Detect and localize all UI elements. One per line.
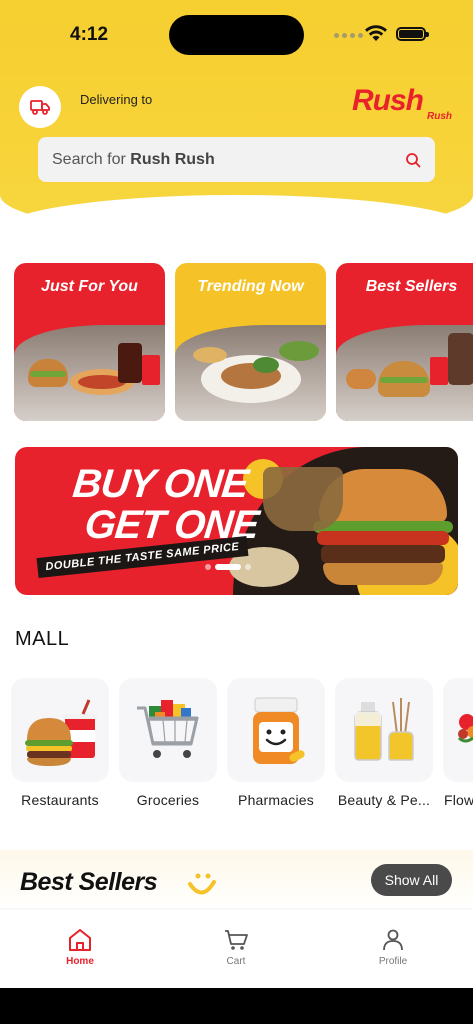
promo-banner[interactable]: BUY ONE GET ONE DOUBLE THE TASTE SAME PR… (15, 447, 458, 595)
mall-item-label: Groceries (136, 792, 200, 808)
battery-icon (396, 27, 429, 41)
carousel-dot[interactable] (205, 564, 211, 570)
smile-icon (188, 873, 216, 895)
home-icon (69, 929, 91, 951)
tab-profile[interactable]: Profile (353, 928, 433, 967)
mall-item-beauty[interactable]: Beauty & Pe... (335, 678, 433, 808)
cellular-signal-icon (334, 33, 363, 38)
shopping-cart-icon (137, 700, 199, 758)
logo-subtext: Rush (427, 111, 452, 122)
mall-item-restaurants[interactable]: Restaurants (11, 678, 109, 808)
logo-text: Rush (352, 84, 424, 117)
mall-tile (335, 678, 433, 782)
mall-tile (443, 678, 473, 782)
search-bar[interactable]: Search for Rush Rush (38, 137, 435, 182)
fries-basket-image (263, 467, 343, 531)
truck-icon (30, 100, 50, 115)
status-bar: 4:12 (0, 0, 473, 70)
food-photo (14, 325, 165, 421)
card-best-sellers[interactable]: Best Sellers (336, 263, 473, 421)
card-title: Trending Now (197, 278, 304, 295)
delivery-truck-button[interactable] (19, 86, 61, 128)
card-just-for-you[interactable]: Just For You (14, 263, 165, 421)
best-sellers-title: Best Sellers (20, 868, 158, 896)
card-title: Best Sellers (365, 278, 458, 295)
tab-label: Profile (378, 956, 408, 967)
status-time: 4:12 (70, 24, 109, 45)
flower-icon (457, 714, 473, 743)
mall-item-label: Pharmacies (238, 792, 314, 808)
dynamic-island (169, 15, 304, 55)
food-photo (336, 325, 473, 421)
tab-label: Cart (226, 956, 246, 967)
carousel-dot[interactable] (245, 564, 251, 570)
tab-home[interactable]: Home (40, 928, 120, 967)
mall-list: Restaurants Groceries Pharmacies Beauty … (11, 678, 473, 808)
mall-item-label: Flow (444, 792, 473, 808)
search-placeholder: Search for Rush Rush (52, 150, 215, 168)
card-trending-now[interactable]: Trending Now (175, 263, 326, 421)
profile-icon (383, 929, 403, 951)
food-photo (175, 325, 326, 421)
mall-item-groceries[interactable]: Groceries (119, 678, 217, 808)
mall-tile (227, 678, 325, 782)
carousel-indicator (205, 564, 251, 570)
wifi-icon (365, 25, 387, 41)
tab-cart[interactable]: Cart (196, 928, 276, 967)
mall-section-title: MALL (15, 628, 70, 650)
rush-logo: Rush Rush (352, 84, 456, 126)
mall-item-label: Beauty & Pe... (337, 792, 431, 808)
bottom-tab-bar: Home Cart Profile (0, 910, 473, 988)
mall-tile (119, 678, 217, 782)
category-cards: Just For You Trending Now Best Sellers (14, 263, 473, 421)
mall-item-pharmacies[interactable]: Pharmacies (227, 678, 325, 808)
banner-headline-1: BUY ONE (70, 462, 250, 506)
pill-bottle-icon (253, 697, 305, 764)
card-title: Just For You (41, 278, 138, 295)
perfume-icon (354, 698, 414, 761)
search-icon[interactable] (405, 152, 421, 168)
delivering-to-label[interactable]: Delivering to (80, 92, 152, 107)
mall-item-label: Restaurants (21, 792, 99, 808)
mall-tile (11, 678, 109, 782)
tab-label: Home (66, 956, 94, 967)
carousel-dot-active[interactable] (215, 564, 241, 570)
cart-icon (225, 930, 248, 950)
mall-item-flowers[interactable]: Flow (443, 678, 473, 808)
home-screen: 4:12 Delivering to Rush Rush Search for … (0, 0, 473, 988)
burger-icon (25, 699, 97, 766)
show-all-button[interactable]: Show All (371, 864, 452, 896)
